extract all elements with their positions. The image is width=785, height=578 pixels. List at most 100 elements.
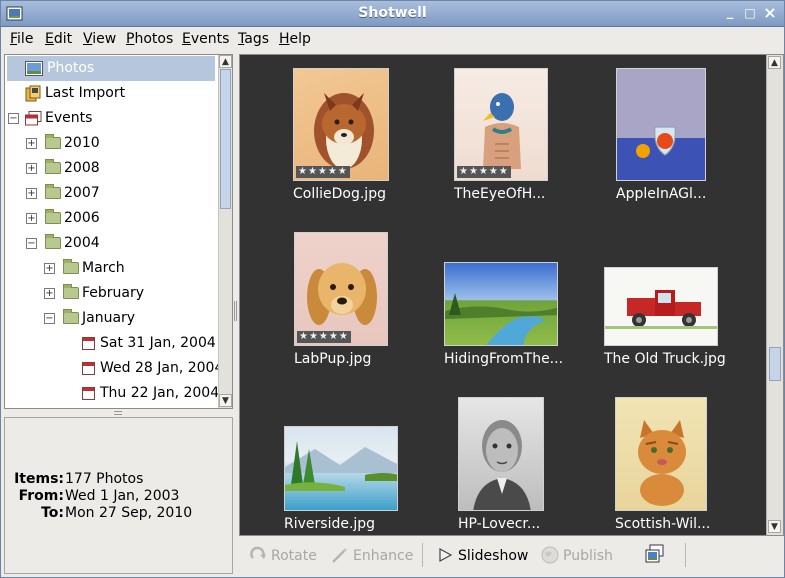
photo-caption: HidingFromThe... [444, 351, 564, 367]
maximize-icon[interactable]: □ [743, 6, 757, 20]
rotate-button[interactable]: Rotate [249, 546, 317, 564]
info-label: From: [18, 488, 64, 504]
info-panel: Items: 177 Photos From: Wed 1 Jan, 2003 … [4, 417, 233, 574]
publish-globe-icon [541, 546, 559, 564]
pane-splitter-vertical[interactable] [234, 301, 237, 321]
old-truck-image [605, 290, 717, 329]
photo-grid-scrollbar[interactable]: ▲ ▼ [766, 55, 783, 535]
rating-stars: ★★★★★ [297, 331, 351, 343]
sidebar-item-2010[interactable]: + 2010 [5, 131, 217, 156]
photo-caption: LabPup.jpg [294, 351, 372, 367]
expand-icon[interactable]: + [26, 188, 37, 199]
folder-open-icon [63, 309, 79, 324]
pane-splitter-horizontal[interactable] [114, 411, 122, 415]
collapse-icon[interactable]: − [44, 313, 55, 324]
sidebar-item-label: January [82, 310, 136, 326]
expand-icon[interactable]: + [44, 263, 55, 274]
events-icon [25, 111, 42, 126]
calendar-icon [82, 337, 95, 350]
minimize-icon[interactable]: _ [723, 6, 737, 20]
menu-tags[interactable]: Tags [238, 31, 269, 47]
menu-photos[interactable]: Photos [126, 31, 173, 47]
photo-caption: Scottish-Wil... [615, 516, 711, 532]
title-bar[interactable]: Shotwell _ □ × [1, 1, 784, 27]
collapse-icon[interactable]: − [8, 113, 19, 124]
close-icon[interactable]: × [763, 5, 777, 21]
expand-icon[interactable]: + [44, 288, 55, 299]
sidebar-item-label: 2006 [64, 210, 100, 226]
toolbar-separator [422, 543, 423, 567]
collapse-icon[interactable]: − [26, 238, 37, 249]
sidebar-item-2004[interactable]: − 2004 [5, 231, 217, 256]
expand-icon[interactable]: + [26, 213, 37, 224]
scroll-up-icon[interactable]: ▲ [219, 55, 232, 68]
folder-icon [45, 159, 61, 174]
enhance-button[interactable]: Enhance [331, 546, 413, 564]
lab-pup-image [307, 263, 377, 325]
sidebar-item-photos[interactable]: Photos [7, 56, 215, 81]
photo-thumbnail[interactable]: ★★★★★ [454, 68, 548, 181]
sidebar-item-2006[interactable]: + 2006 [5, 206, 217, 231]
apple-in-glass-image [636, 126, 676, 158]
scroll-up-icon[interactable]: ▲ [768, 56, 781, 69]
photo-thumbnail[interactable] [444, 262, 558, 346]
menu-file[interactable]: File [10, 31, 33, 47]
sidebar-item-january[interactable]: − January [5, 306, 217, 331]
window-title: Shotwell [358, 5, 427, 21]
sidebar-item-label: Events [45, 110, 93, 126]
calendar-icon [82, 387, 95, 400]
sidebar-item-march[interactable]: + March [5, 256, 217, 281]
slideshow-button[interactable]: Slideshow [436, 546, 528, 564]
shotwell-window: Shotwell _ □ × File Edit View Photos Eve… [0, 0, 785, 578]
sidebar-item-label: Last Import [45, 85, 126, 101]
photo-thumbnail[interactable]: ★★★★★ [294, 232, 388, 346]
menu-edit[interactable]: Edit [45, 31, 72, 47]
photo-thumbnail[interactable] [458, 397, 544, 511]
photo-view-icon [645, 544, 664, 563]
scroll-down-icon[interactable]: ▼ [768, 520, 781, 533]
menu-help[interactable]: Help [279, 31, 311, 47]
view-mode-button[interactable] [645, 544, 665, 568]
collie-dog-image [314, 93, 374, 169]
photo-thumbnail[interactable] [616, 68, 706, 181]
sidebar-item-event-day[interactable]: Thu 22 Jan, 2004 [5, 381, 219, 406]
sidebar-item-event-day[interactable]: Sat 31 Jan, 2004 [5, 331, 217, 356]
photo-thumbnail[interactable] [604, 267, 718, 346]
photo-thumbnail[interactable]: ★★★★★ [293, 68, 389, 181]
sidebar-item-event-day[interactable]: Wed 28 Jan, 2004 [5, 356, 223, 381]
enhance-icon [332, 548, 347, 563]
sidebar-scroll-thumb[interactable] [220, 69, 231, 209]
photo-grid: ★★★★★ CollieDog.jpg ★★★★★ TheEyeOfH... A… [239, 54, 784, 536]
sidebar-item-february[interactable]: + February [5, 281, 217, 306]
sidebar-item-2008[interactable]: + 2008 [5, 156, 217, 181]
last-import-icon [25, 85, 41, 102]
photo-thumbnail[interactable] [615, 397, 707, 511]
sidebar-item-last-import[interactable]: Last Import [5, 81, 217, 106]
folder-icon [63, 259, 79, 274]
bottom-toolbar: Rotate Enhance Slideshow Publish [239, 537, 784, 575]
photo-caption: The Old Truck.jpg [604, 351, 726, 367]
sidebar-item-label: 2007 [64, 185, 100, 201]
photos-icon [25, 61, 43, 76]
portrait-sketch-image [473, 420, 531, 510]
slideshow-label: Slideshow [458, 548, 529, 564]
sidebar-scrollbar[interactable]: ▲ ▼ [218, 55, 232, 408]
sidebar-tree: Photos Last Import − Events + 2010 + 200… [4, 54, 233, 409]
folder-icon [63, 284, 79, 299]
info-label: Items: [14, 471, 64, 487]
publish-button[interactable]: Publish [541, 546, 613, 564]
scroll-down-icon[interactable]: ▼ [219, 394, 232, 407]
enhance-label: Enhance [353, 548, 414, 564]
bird-man-image [483, 93, 521, 169]
sidebar-item-events[interactable]: − Events [5, 106, 217, 131]
photo-thumbnail[interactable] [284, 426, 398, 511]
expand-icon[interactable]: + [26, 163, 37, 174]
rating-stars: ★★★★★ [296, 166, 350, 178]
sidebar-item-label: Wed 28 Jan, 2004 [100, 360, 224, 376]
expand-icon[interactable]: + [26, 138, 37, 149]
landscape-river-image [445, 293, 557, 345]
menu-events[interactable]: Events [182, 31, 229, 47]
sidebar-item-2007[interactable]: + 2007 [5, 181, 217, 206]
photo-grid-scroll-thumb[interactable] [769, 347, 781, 381]
menu-view[interactable]: View [83, 31, 116, 47]
